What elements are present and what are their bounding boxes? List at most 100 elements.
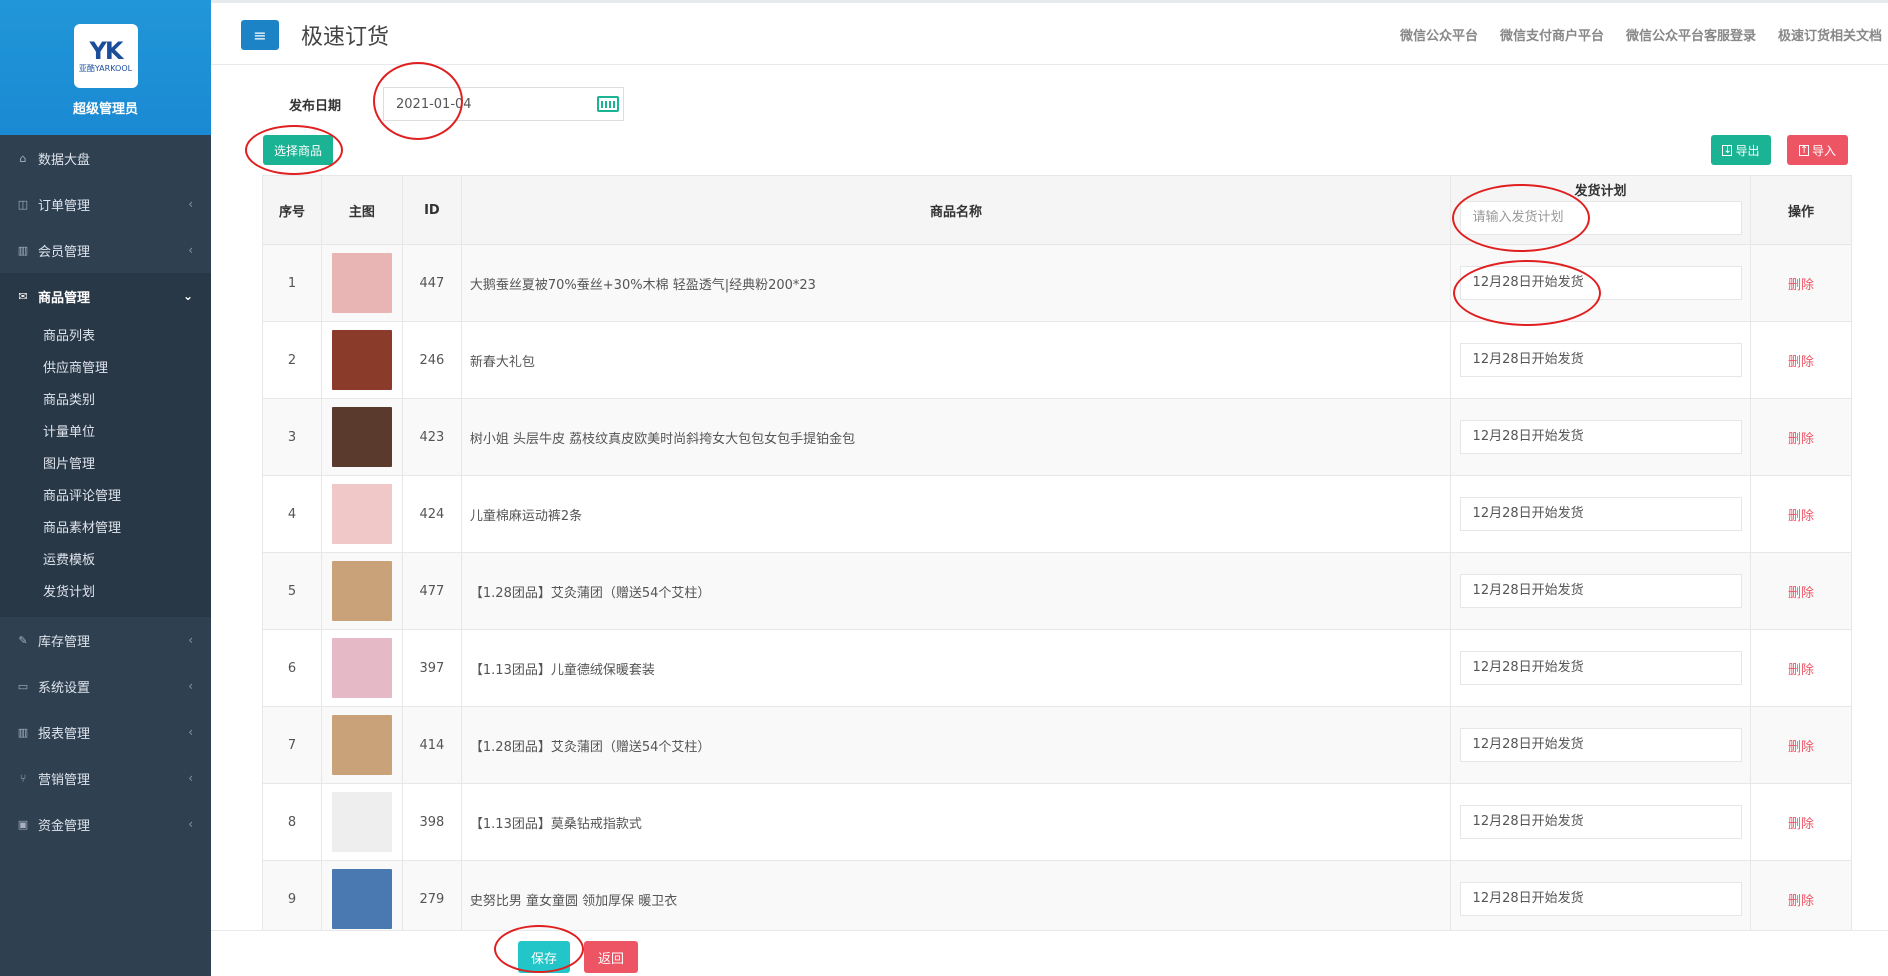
row-id: 414 [401,706,462,784]
delete-link[interactable]: 删除 [1788,894,1814,909]
plan-input[interactable]: 12月28日开始发货 [1459,497,1742,531]
export-icon: ↓ [1722,144,1733,156]
sidebar-item-1[interactable]: ◫ 订单管理 ‹ [0,181,211,227]
delete-link[interactable]: 删除 [1788,740,1814,755]
delete-link[interactable]: 删除 [1788,586,1814,601]
row-plan-cell: 12月28日开始发货 [1450,552,1752,630]
chevron-left-icon: ‹ [188,197,193,211]
submenu-item[interactable]: 图片管理 [0,449,211,481]
product-thumbnail[interactable] [331,792,392,852]
home-icon: ⌂ [19,151,27,165]
plan-input[interactable]: 12月28日开始发货 [1459,728,1742,762]
row-index: 1 [262,244,322,322]
submenu-item[interactable]: 发货计划 [0,577,211,609]
row-action-cell: 删除 [1750,706,1852,784]
plan-input[interactable]: 12月28日开始发货 [1459,343,1742,377]
header-id: ID [401,175,462,245]
link-wechat-pay-merchant[interactable]: 微信支付商户平台 [1500,25,1604,44]
main-content: 发布日期 2021-01-04 选择商品 ↓ 导出 ↑ 导入 序号 主图 ID … [211,65,1888,930]
submenu-item[interactable]: 运费模板 [0,545,211,577]
row-plan-cell: 12月28日开始发货 [1450,244,1752,322]
plan-input[interactable]: 12月28日开始发货 [1459,574,1742,608]
row-id: 447 [401,244,462,322]
sidebar-item-6[interactable]: ▥ 报表管理 ‹ [0,709,211,755]
product-thumbnail[interactable] [331,330,392,390]
product-thumbnail[interactable] [331,561,392,621]
plan-input[interactable]: 12月28日开始发货 [1459,420,1742,454]
calendar-icon[interactable] [597,96,619,112]
plan-bulk-input[interactable]: 请输入发货计划 [1459,200,1742,235]
row-index: 8 [262,783,322,861]
submenu-item[interactable]: 商品类别 [0,385,211,417]
link-wechat-support-login[interactable]: 微信公众平台客服登录 [1626,25,1756,44]
row-image-cell [320,706,403,784]
row-action-cell: 删除 [1750,321,1852,399]
product-thumbnail[interactable] [331,638,392,698]
product-thumbnail[interactable] [331,715,392,775]
sidebar-item-0[interactable]: ⌂ 数据大盘 [0,135,211,181]
product-thumbnail[interactable] [331,253,392,313]
sidebar-item-4[interactable]: ✎ 库存管理 ‹ [0,617,211,663]
date-input[interactable]: 2021-01-04 [383,87,624,121]
row-index: 9 [262,860,322,930]
product-thumbnail[interactable] [331,484,392,544]
plan-input[interactable]: 12月28日开始发货 [1459,266,1742,300]
plan-input[interactable]: 12月28日开始发货 [1459,882,1742,916]
delete-link[interactable]: 删除 [1788,663,1814,678]
row-action-cell: 删除 [1750,629,1852,707]
row-plan-cell: 12月28日开始发货 [1450,629,1752,707]
back-button[interactable]: 返回 [584,941,638,973]
table-row: 4 424 儿童棉麻运动裤2条 12月28日开始发货 删除 [262,475,1852,553]
submenu-item[interactable]: 商品列表 [0,321,211,353]
product-thumbnail[interactable] [331,869,392,929]
product-thumbnail[interactable] [331,407,392,467]
row-action-cell: 删除 [1750,398,1852,476]
sidebar-item-3[interactable]: ✉ 商品管理 ⌄ [0,273,211,319]
link-docs[interactable]: 极速订货相关文档 [1778,25,1882,44]
row-image-cell [320,629,403,707]
row-image-cell [320,321,403,399]
menu-toggle-button[interactable]: ≡ [241,20,279,50]
delete-link[interactable]: 删除 [1788,278,1814,293]
row-name: 【1.28团品】艾灸蒲团（赠送54个艾柱） [460,706,1452,784]
table-row: 1 447 大鹅蚕丝夏被70%蚕丝+30%木棉 轻盈透气|经典粉200*23 12月2… [262,244,1852,322]
save-button[interactable]: 保存 [518,941,570,973]
chevron-left-icon: ‹ [188,771,193,785]
sidebar-item-2[interactable]: ▥ 会员管理 ‹ [0,227,211,273]
row-name: 史努比男 童女童圆 领加厚保 暖卫衣 [460,860,1452,930]
date-value: 2021-01-04 [396,96,472,112]
submenu-item[interactable]: 计量单位 [0,417,211,449]
row-name: 树小姐 头层牛皮 荔枝纹真皮欧美时尚斜挎女大包包女包手提铂金包 [460,398,1452,476]
row-name: 大鹅蚕丝夏被70%蚕丝+30%木棉 轻盈透气|经典粉200*23 [460,244,1452,322]
plan-input[interactable]: 12月28日开始发货 [1459,805,1742,839]
logo-mark: YK [89,37,124,65]
export-button[interactable]: ↓ 导出 [1711,135,1771,165]
delete-link[interactable]: 删除 [1788,509,1814,524]
table-row: 6 397 【1.13团品】儿童德绒保暖套装 12月28日开始发货 删除 [262,629,1852,707]
row-index: 3 [262,398,322,476]
select-goods-button[interactable]: 选择商品 [263,135,333,165]
table-row: 5 477 【1.28团品】艾灸蒲团（赠送54个艾柱） 12月28日开始发货 删除 [262,552,1852,630]
edit-icon: ✎ [18,633,28,647]
sidebar-item-7[interactable]: ⑂ 营销管理 ‹ [0,755,211,801]
row-name: 儿童棉麻运动裤2条 [460,475,1452,553]
sidebar-item-8[interactable]: ▣ 资金管理 ‹ [0,801,211,847]
footer-bar: 保存 返回 [211,930,1888,976]
import-button[interactable]: ↑ 导入 [1787,135,1848,165]
table-row: 3 423 树小姐 头层牛皮 荔枝纹真皮欧美时尚斜挎女大包包女包手提铂金包 12月28… [262,398,1852,476]
sidebar-item-label: 商品管理 [38,290,91,306]
sidebar-item-5[interactable]: ▭ 系统设置 ‹ [0,663,211,709]
submenu-item[interactable]: 商品评论管理 [0,481,211,513]
submenu-item[interactable]: 供应商管理 [0,353,211,385]
row-plan-cell: 12月28日开始发货 [1450,321,1752,399]
row-action-cell: 删除 [1750,783,1852,861]
plan-input[interactable]: 12月28日开始发货 [1459,651,1742,685]
row-plan-cell: 12月28日开始发货 [1450,860,1752,930]
page-title: 极速订货 [301,25,390,50]
delete-link[interactable]: 删除 [1788,817,1814,832]
delete-link[interactable]: 删除 [1788,355,1814,370]
link-wechat-platform[interactable]: 微信公众平台 [1400,25,1478,44]
delete-link[interactable]: 删除 [1788,432,1814,447]
chevron-left-icon: ‹ [188,725,193,739]
submenu-item[interactable]: 商品素材管理 [0,513,211,545]
